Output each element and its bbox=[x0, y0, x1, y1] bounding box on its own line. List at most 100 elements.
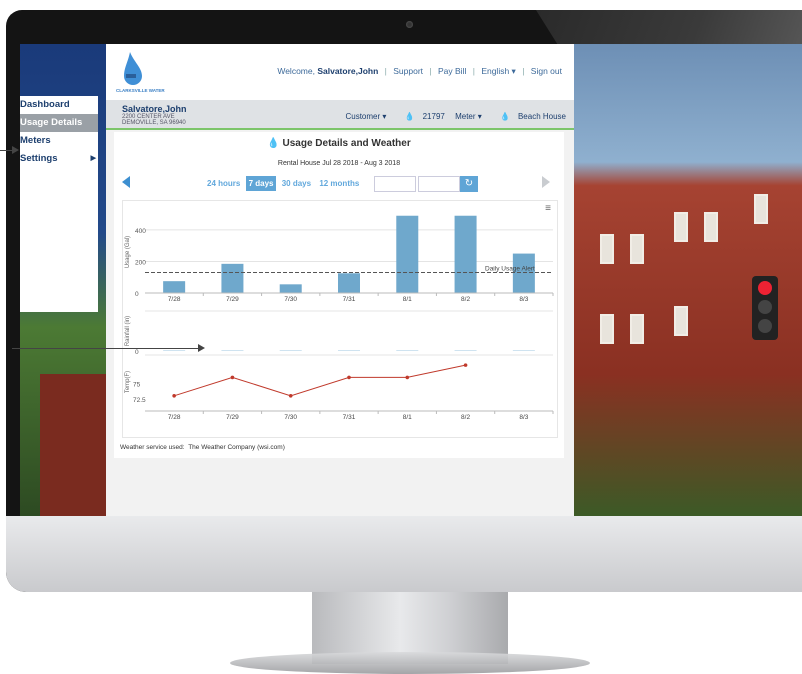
refresh-icon[interactable]: ↻ bbox=[460, 176, 478, 192]
x-tick-label: 8/3 bbox=[519, 414, 528, 421]
temperature-point bbox=[230, 375, 235, 380]
menu-item-meters[interactable]: Meters bbox=[20, 132, 98, 150]
building-window bbox=[704, 212, 718, 242]
water-drop-icon: 💧 bbox=[404, 112, 415, 121]
previous-period-icon[interactable] bbox=[122, 176, 130, 188]
usage-bar bbox=[396, 215, 419, 293]
meter-dropdown[interactable]: Meter ▾ bbox=[455, 112, 482, 121]
x-tick-label: 7/30 bbox=[284, 414, 297, 421]
y-axis-label: Temp(F) bbox=[125, 371, 131, 393]
app-window: CLARKSVILLE WATER Welcome, Salvatore,Joh… bbox=[106, 44, 574, 516]
caret-right-icon: ▶ bbox=[90, 155, 96, 162]
weather-value: The Weather Company (wsi.com) bbox=[188, 444, 285, 451]
end-date-input[interactable] bbox=[418, 176, 460, 192]
range-12-months[interactable]: 12 months bbox=[316, 176, 363, 191]
monitor-chin bbox=[6, 516, 802, 592]
nav-separator: | bbox=[384, 66, 387, 76]
usage-bar bbox=[454, 215, 477, 293]
nav-separator: | bbox=[429, 66, 432, 76]
x-tick-label: 7/28 bbox=[168, 296, 181, 303]
language-dropdown[interactable]: English ▾ bbox=[481, 66, 516, 76]
y-tick-label: 0 bbox=[135, 291, 139, 298]
meter-name: Beach House bbox=[517, 112, 566, 121]
customer-number: 21797 bbox=[422, 112, 445, 121]
y-tick-label: 400 bbox=[135, 228, 146, 235]
range-30-days[interactable]: 30 days bbox=[278, 176, 315, 191]
y-tick-label: 72.5 bbox=[133, 397, 146, 404]
account-address: 2200 CENTER AVE DEMOVILLE, SA 96940 bbox=[122, 114, 186, 126]
callout-arrow-icon bbox=[198, 344, 205, 352]
y-tick-label: 200 bbox=[135, 259, 146, 266]
temperature-point bbox=[463, 363, 468, 367]
side-menu: Dashboard Usage Details Meters Settings ▶ bbox=[20, 96, 98, 312]
y-tick-label: 75 bbox=[133, 382, 141, 389]
menu-item-dashboard[interactable]: Dashboard bbox=[20, 96, 98, 114]
account-name: Salvatore,John bbox=[122, 104, 187, 114]
nav-separator: | bbox=[522, 66, 525, 76]
range-selector: 24 hours 7 days 30 days 12 months bbox=[204, 176, 363, 191]
usage-chart: ≡ 0 200 400 Usage (Gal) Daily Usage Alert 7/2… bbox=[122, 200, 558, 438]
y-axis-label: Rainfall (in) bbox=[125, 316, 131, 346]
building-window bbox=[674, 212, 688, 242]
temperature-point bbox=[172, 394, 176, 398]
callout-arrow-icon bbox=[12, 146, 19, 154]
callout-line bbox=[0, 150, 12, 151]
logo-text: CLARKSVILLE WATER bbox=[116, 88, 165, 93]
callout-line bbox=[12, 348, 200, 349]
rainfall-bar bbox=[163, 350, 186, 351]
usage-bar bbox=[163, 281, 186, 293]
usage-panel: 💧 Usage Details and Weather Rental House… bbox=[114, 132, 564, 458]
range-24-hours[interactable]: 24 hours bbox=[204, 176, 244, 191]
traffic-light-icon bbox=[752, 276, 778, 340]
customer-value[interactable]: 💧 21797 bbox=[397, 112, 445, 121]
x-tick-label: 8/2 bbox=[461, 414, 470, 421]
start-date-input[interactable] bbox=[374, 176, 416, 192]
x-tick-label: 8/3 bbox=[519, 296, 528, 303]
monitor-glare bbox=[536, 10, 802, 44]
next-period-icon[interactable] bbox=[542, 176, 550, 188]
top-bar: CLARKSVILLE WATER Welcome, Salvatore,Joh… bbox=[106, 44, 574, 100]
sign-out-link[interactable]: Sign out bbox=[531, 66, 562, 76]
building-window bbox=[600, 314, 614, 344]
weather-credit: Weather service used: The Weather Compan… bbox=[120, 444, 285, 451]
rainfall-bar bbox=[512, 350, 535, 351]
rainfall-bar bbox=[221, 350, 244, 351]
y-axis-label: Usage (Gal) bbox=[125, 236, 131, 268]
menu-item-label: Usage Details bbox=[20, 117, 83, 128]
rainfall-bar bbox=[338, 350, 360, 351]
temperature-point bbox=[405, 375, 410, 380]
monitor-screen: Dashboard Usage Details Meters Settings ▶… bbox=[20, 44, 802, 516]
account-bar: Salvatore,John 2200 CENTER AVE DEMOVILLE… bbox=[106, 100, 574, 130]
usage-bar bbox=[512, 253, 535, 293]
temperature-point bbox=[288, 394, 293, 398]
support-link[interactable]: Support bbox=[393, 66, 423, 76]
meter-value[interactable]: 💧 Beach House bbox=[492, 112, 566, 121]
weather-label: Weather service used: bbox=[120, 444, 185, 451]
x-tick-label: 8/1 bbox=[403, 296, 412, 303]
y-tick-label: 0 bbox=[135, 349, 139, 356]
rainfall-bar bbox=[279, 350, 302, 351]
welcome-user: Salvatore,John bbox=[317, 66, 379, 76]
menu-item-label: Dashboard bbox=[20, 99, 70, 110]
pay-bill-link[interactable]: Pay Bill bbox=[438, 66, 466, 76]
menu-item-settings[interactable]: Settings ▶ bbox=[20, 150, 98, 168]
usage-subtitle: Rental House Jul 28 2018 - Aug 3 2018 bbox=[277, 160, 401, 167]
water-drop-icon: 💧 bbox=[267, 138, 280, 149]
water-drop-logo-icon bbox=[124, 52, 142, 85]
usage-bar bbox=[279, 284, 302, 293]
building-window bbox=[630, 314, 644, 344]
usage-title: 💧 Usage Details and Weather bbox=[114, 138, 564, 149]
range-7-days[interactable]: 7 days bbox=[245, 176, 277, 191]
temperature-line bbox=[173, 364, 466, 397]
background-house bbox=[40, 374, 108, 516]
usage-weather-chart: 0 200 400 Usage (Gal) Daily Usage Alert 7/28 7… bbox=[125, 215, 554, 421]
customer-dropdown[interactable]: Customer ▾ bbox=[345, 112, 386, 121]
usage-title-text: Usage Details and Weather bbox=[282, 138, 411, 149]
chart-menu-icon[interactable]: ≡ bbox=[545, 203, 551, 214]
x-tick-label: 7/29 bbox=[226, 414, 239, 421]
x-tick-label: 7/29 bbox=[226, 296, 239, 303]
account-selectors: Customer ▾ 💧 21797 Meter ▾ 💧 Beach House bbox=[337, 112, 566, 121]
building-window bbox=[630, 234, 644, 264]
x-tick-label: 7/31 bbox=[343, 296, 356, 303]
menu-item-usage-details[interactable]: Usage Details bbox=[20, 114, 98, 132]
